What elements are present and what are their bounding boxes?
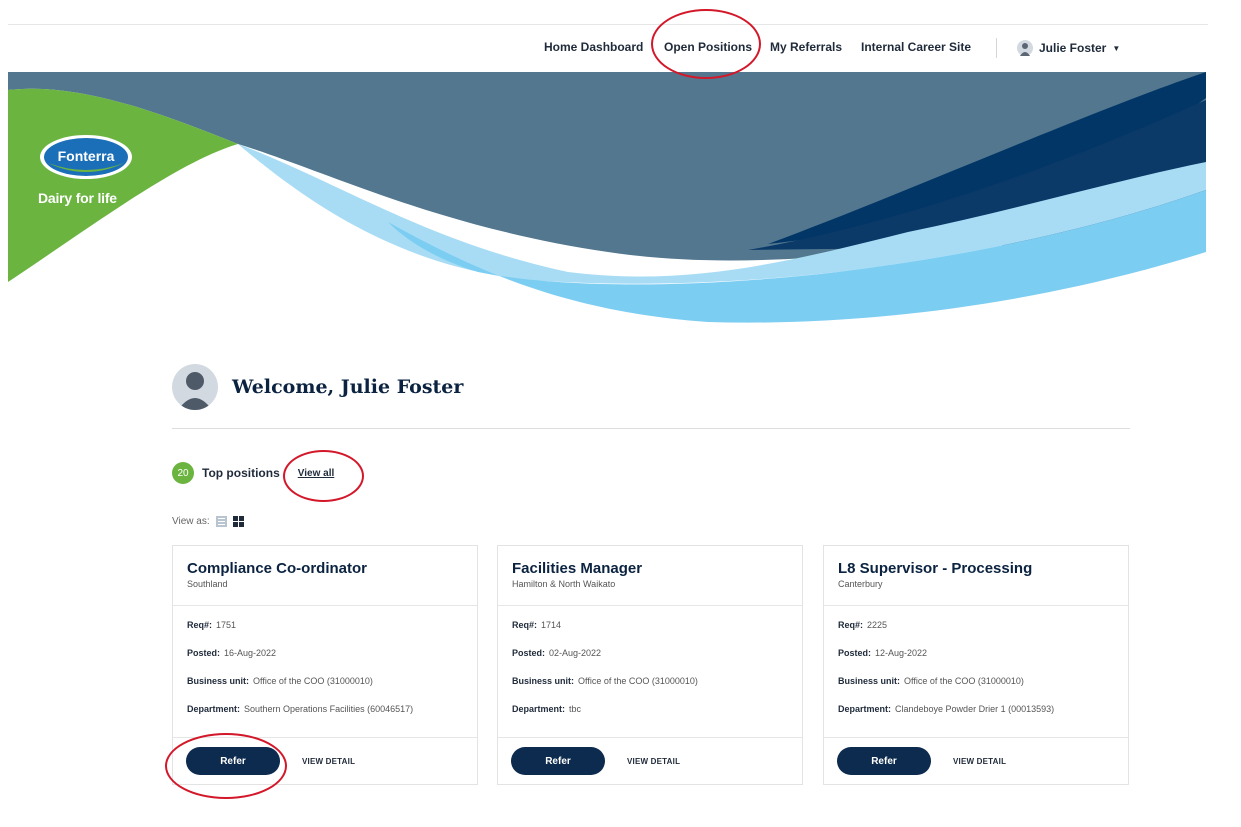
business-unit-field: Business unit: Office of the COO (3100001… (512, 676, 698, 686)
card-header: Facilities Manager Hamilton & North Waik… (498, 546, 802, 606)
refer-button[interactable]: Refer (186, 747, 280, 775)
card-actions: Refer VIEW DETAIL (498, 738, 802, 784)
card-actions: Refer VIEW DETAIL (173, 738, 477, 784)
view-all-link[interactable]: View all (298, 468, 335, 479)
nav-home-dashboard[interactable]: Home Dashboard (544, 40, 643, 54)
avatar (172, 364, 218, 410)
view-detail-link[interactable]: VIEW DETAIL (627, 757, 680, 766)
top-divider (8, 24, 1208, 25)
view-as-label: View as: (172, 516, 210, 527)
position-title[interactable]: Facilities Manager (512, 560, 788, 577)
position-card: Compliance Co-ordinator Southland Req#: 1… (172, 545, 478, 785)
view-detail-link[interactable]: VIEW DETAIL (302, 757, 355, 766)
user-menu[interactable]: Julie Foster ▼ (1017, 37, 1120, 59)
position-card: L8 Supervisor - Processing Canterbury Re… (823, 545, 1129, 785)
chevron-down-icon: ▼ (1112, 43, 1121, 53)
top-nav: Home Dashboard Open Positions My Referra… (0, 36, 1241, 60)
fonterra-logo-mark: Fonterra (40, 135, 132, 179)
business-unit-field: Business unit: Office of the COO (3100001… (187, 676, 373, 686)
nav-internal-career-site[interactable]: Internal Career Site (861, 40, 971, 54)
page-title: Welcome, Julie Foster (232, 376, 464, 398)
grid-view-icon[interactable] (232, 516, 244, 527)
business-unit-field: Business unit: Office of the COO (3100001… (838, 676, 1024, 686)
card-details: Req#: 1751 Posted: 16-Aug-2022 Business un… (173, 606, 477, 738)
nav-open-positions[interactable]: Open Positions (664, 40, 752, 54)
department-field: Department: tbc (512, 704, 582, 714)
logo-text: Fonterra (58, 148, 115, 164)
hero-banner (8, 72, 1206, 332)
position-title[interactable]: L8 Supervisor - Processing (838, 560, 1114, 577)
card-header: L8 Supervisor - Processing Canterbury (824, 546, 1128, 606)
top-positions-header: 20 Top positions View all (172, 462, 334, 484)
position-location: Southland (187, 579, 228, 589)
view-detail-link[interactable]: VIEW DETAIL (953, 757, 1006, 766)
top-positions-label: Top positions (202, 466, 280, 480)
card-details: Req#: 2225 Posted: 12-Aug-2022 Business un… (824, 606, 1128, 738)
user-name: Julie Foster (1039, 41, 1107, 55)
department-field: Department: Southern Operations Facilitie… (187, 704, 414, 714)
view-as-toggle: View as: (172, 516, 244, 527)
banner-waves (8, 72, 1206, 332)
req-field: Req#: 1751 (187, 620, 237, 630)
position-title[interactable]: Compliance Co-ordinator (187, 560, 463, 577)
position-card: Facilities Manager Hamilton & North Waik… (497, 545, 803, 785)
position-location: Canterbury (838, 579, 883, 589)
welcome-header: Welcome, Julie Foster (172, 364, 463, 410)
nav-my-referrals[interactable]: My Referrals (770, 40, 842, 54)
card-header: Compliance Co-ordinator Southland (173, 546, 477, 606)
nav-separator (996, 38, 997, 58)
user-avatar-icon (1017, 40, 1033, 56)
user-silhouette-icon (178, 372, 212, 410)
req-field: Req#: 1714 (512, 620, 562, 630)
section-divider (172, 428, 1130, 429)
refer-button[interactable]: Refer (511, 747, 605, 775)
posted-field: Posted: 16-Aug-2022 (187, 648, 277, 658)
position-location: Hamilton & North Waikato (512, 579, 616, 589)
posted-field: Posted: 02-Aug-2022 (512, 648, 602, 658)
tagline: Dairy for life (38, 190, 117, 206)
card-actions: Refer VIEW DETAIL (824, 738, 1128, 784)
card-details: Req#: 1714 Posted: 02-Aug-2022 Business un… (498, 606, 802, 738)
refer-button[interactable]: Refer (837, 747, 931, 775)
positions-count-badge: 20 (172, 462, 194, 484)
posted-field: Posted: 12-Aug-2022 (838, 648, 928, 658)
list-view-icon[interactable] (215, 516, 227, 527)
fonterra-logo: Fonterra Dairy for life (38, 133, 142, 206)
department-field: Department: Clandeboye Powder Drier 1 (00… (838, 704, 1055, 714)
req-field: Req#: 2225 (838, 620, 888, 630)
